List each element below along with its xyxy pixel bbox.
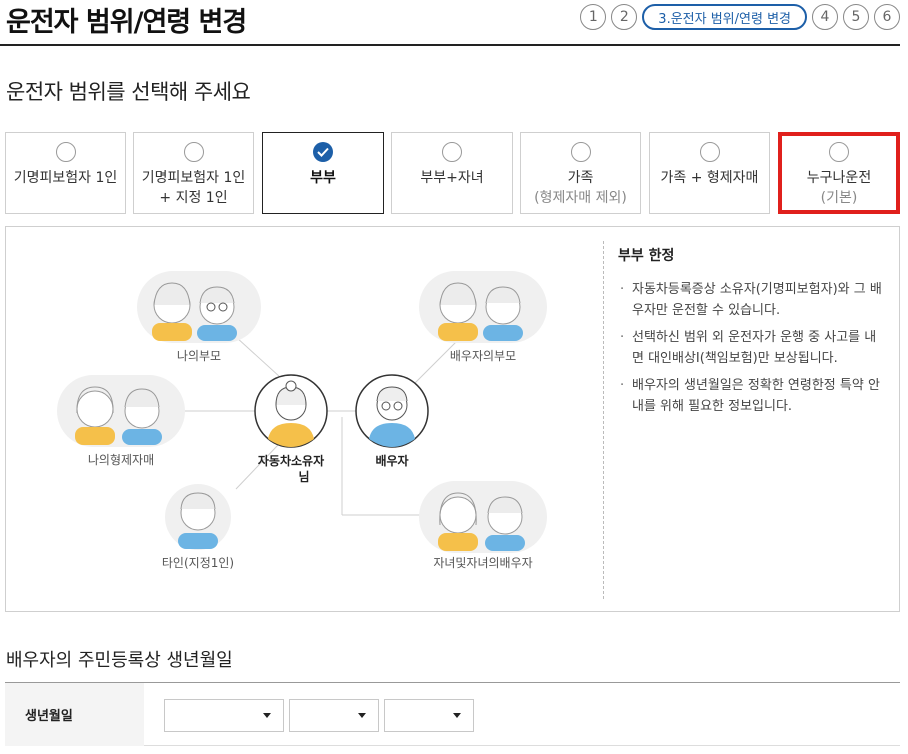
children-label: 자녀및자녀의배우자 [433,556,532,570]
option-anyone[interactable]: 누구나운전 (기본) [778,132,900,214]
birth-day-select[interactable] [384,699,474,732]
divider [603,241,604,599]
radio-icon[interactable] [442,142,462,162]
page-header: 운전자 범위/연령 변경 1 2 3.운전자 범위/연령 변경 4 5 6 [0,0,900,46]
option-named-insured-only[interactable]: 기명피보험자 1인 [5,132,126,214]
radio-icon[interactable] [183,142,204,162]
option-label: 기명피보험자 1인 [13,170,118,186]
step-5[interactable]: 5 [843,4,869,30]
spouse-parents-label: 배우자의부모 [450,349,516,363]
owner-icon [254,374,328,448]
option-label-line1: 누구나운전 [806,170,872,186]
info-title: 부부 한정 [618,248,675,264]
step-1[interactable]: 1 [580,4,607,30]
info-item: 선택하신 범위 외 운전자가 운행 중 사고를 내면 대인배상I(책임보험)만 … [618,327,888,369]
dropdown-arrow-icon [358,713,366,718]
info-panel: 부부 한정 자동차등록증상 소유자(기명피보험자)와 그 배우자만 운전할 수 … [618,245,888,423]
radio-icon[interactable] [570,142,591,162]
driver-range-diagram-panel: 나의부모 배우자의부모 나의형제자매 자동차소유자 님 배우자 타인(지정1인)… [5,226,900,612]
radio-icon[interactable] [829,142,849,162]
option-label-sub: (형제자매 제외) [534,190,627,206]
info-item: 자동차등록증상 소유자(기명피보험자)와 그 배우자만 운전할 수 있습니다. [618,279,888,321]
spouse-label: 배우자 [375,453,408,468]
option-family-siblings[interactable]: 가족 + 형제자매 [649,132,770,214]
step-3-current[interactable]: 3.운전자 범위/연령 변경 [642,4,807,30]
option-label: 가족 + 형제자매 [660,170,759,186]
my-siblings-icon [57,375,185,447]
page-title: 운전자 범위/연령 변경 [6,7,247,38]
radio-icon[interactable] [699,142,720,162]
option-label: 부부+자녀 [420,170,484,186]
option-label: 부부 [310,170,336,186]
spouse-icon [355,374,429,448]
option-label-line1: 기명피보험자 1인 [141,170,246,186]
dropdown-arrow-icon [453,713,461,718]
step-6[interactable]: 6 [874,4,900,30]
section-title: 운전자 범위를 선택해 주세요 [6,80,251,104]
option-named-plus-one[interactable]: 기명피보험자 1인 + 지정 1인 [133,132,254,214]
option-label-line2: + 지정 1인 [159,190,228,206]
option-couple[interactable]: 부부 [262,132,384,214]
birth-month-select[interactable] [289,699,379,732]
option-label: 누구나운전 (기본) [807,168,871,208]
other-person-icon [165,484,231,550]
option-label-line1: 가족 [567,170,594,186]
option-label: 기명피보험자 1인 + 지정 1인 [142,168,246,208]
my-parents-label: 나의부모 [177,349,221,363]
relationship-diagram: 나의부모 배우자의부모 나의형제자매 자동차소유자 님 배우자 타인(지정1인)… [57,271,547,570]
birthdate-form-row: 생년월일 [5,682,900,746]
step-4[interactable]: 4 [812,4,838,30]
birthdate-label: 생년월일 [5,683,144,746]
my-siblings-label: 나의형제자매 [88,453,154,467]
my-parents-icon [137,271,261,343]
owner-label: 자동차소유자 [258,453,324,468]
dropdown-arrow-icon [263,713,271,718]
step-2[interactable]: 2 [611,4,638,30]
spouse-parents-icon [419,271,547,343]
children-icon [419,481,547,553]
other-person-label: 타인(지정1인) [162,556,234,570]
info-item: 배우자의 생년월일은 정확한 연령한정 특약 안내를 위해 필요한 정보입니다. [618,375,888,417]
driver-range-options: 기명피보험자 1인 기명피보험자 1인 + 지정 1인 부부 부부+자녀 가족 … [5,132,900,214]
info-list: 자동차등록증상 소유자(기명피보험자)와 그 배우자만 운전할 수 있습니다. … [618,279,888,417]
radio-checked-icon[interactable] [313,142,333,162]
birth-year-select[interactable] [164,699,284,732]
option-label: 가족 (형제자매 제외) [534,168,627,208]
option-family[interactable]: 가족 (형제자매 제외) [520,132,641,214]
spouse-birth-section-title: 배우자의 주민등록상 생년월일 [6,650,233,671]
option-label-sub: (기본) [820,190,858,206]
radio-icon[interactable] [55,142,76,162]
owner-label-suffix: 님 [298,469,309,484]
step-indicator: 1 2 3.운전자 범위/연령 변경 4 5 6 [575,4,900,30]
option-couple-children[interactable]: 부부+자녀 [391,132,513,214]
